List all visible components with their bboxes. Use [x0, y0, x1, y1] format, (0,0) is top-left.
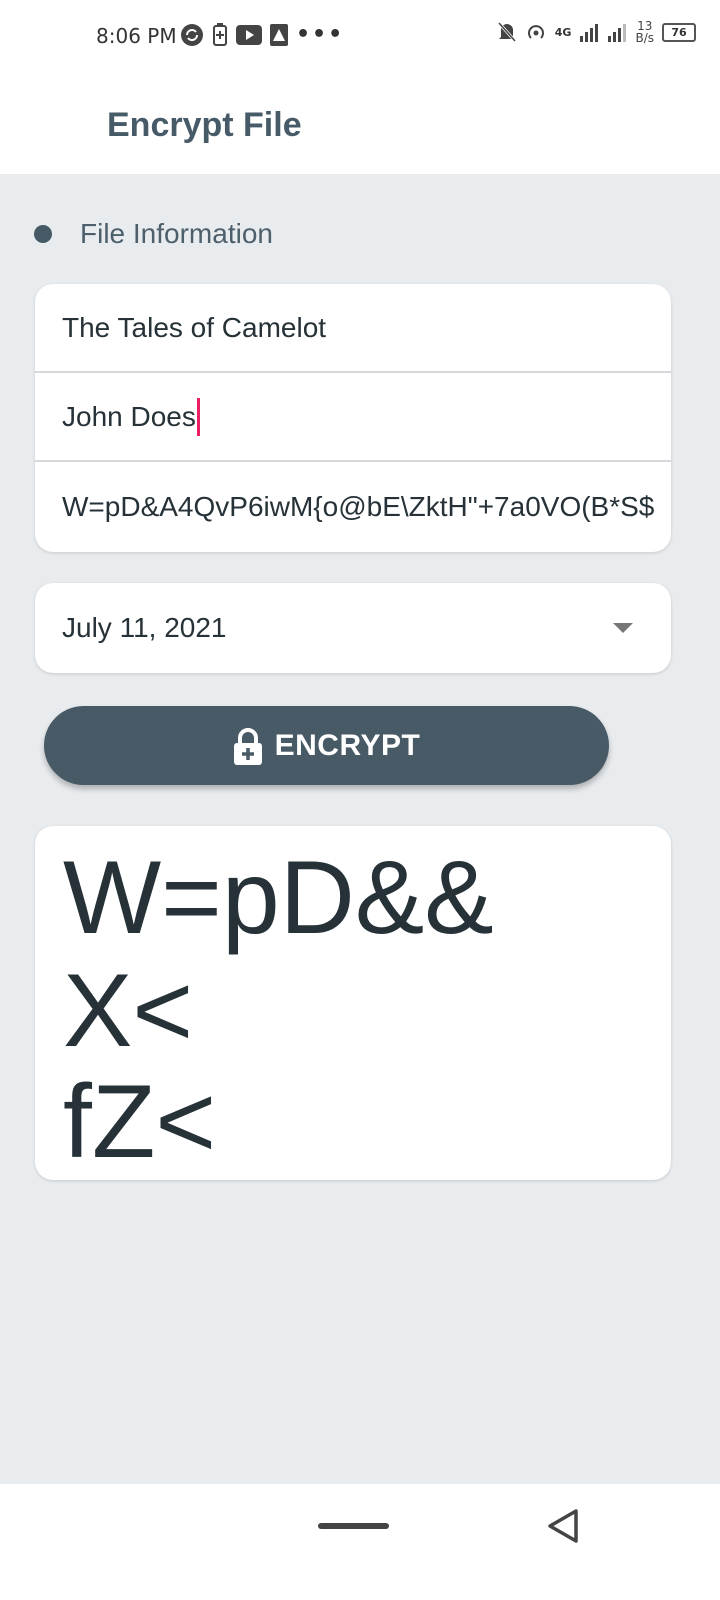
status-time: 8:06 PM [96, 24, 177, 48]
battery-saver-icon [213, 22, 227, 46]
home-button[interactable] [318, 1523, 389, 1529]
network-speed: 13 B/s [635, 20, 654, 44]
text-cursor [196, 397, 200, 436]
author-field-value: John Does [62, 400, 196, 432]
page-title: Encrypt File [107, 106, 302, 144]
status-system-icons: 4G 13 B/s 76 [497, 20, 696, 44]
key-field[interactable]: W=pD&A4QvP6iwM{o@bE\ZktH"+7a0VO(B*S$ [35, 462, 671, 552]
more-notifications-icon: ••• [296, 22, 345, 47]
status-notification-icons: ••• [180, 22, 344, 47]
date-dropdown[interactable]: July 11, 2021 [35, 583, 671, 673]
alert-icon [270, 23, 288, 46]
encrypt-button-label: ENCRYPT [274, 728, 421, 762]
network-speed-unit: B/s [635, 31, 654, 45]
file-info-card: The Tales of Camelot John Does W=pD&A4Qv… [35, 284, 671, 552]
output-line-3: fZ< [63, 1064, 217, 1180]
signal-weak-icon [608, 24, 627, 42]
title-field-value: The Tales of Camelot [62, 311, 327, 343]
section-bullet-icon [34, 225, 52, 243]
hotspot-icon [527, 25, 544, 39]
system-nav-bar [0, 1484, 720, 1600]
section-label: File Information [80, 218, 273, 249]
battery-icon: 76 [662, 22, 696, 42]
author-field[interactable]: John Does [35, 373, 671, 462]
network-type-label: 4G [554, 25, 572, 39]
section-header: File Information [34, 218, 273, 250]
output-line-1: W=pD&& [63, 840, 494, 956]
output-line-2: X< [63, 953, 194, 1069]
lock-icon [233, 727, 262, 765]
sync-icon [181, 23, 203, 46]
back-icon[interactable] [546, 1508, 580, 1544]
key-field-value: W=pD&A4QvP6iwM{o@bE\ZktH"+7a0VO(B*S$ [62, 491, 655, 522]
status-bar: 8:06 PM ••• 4G 13 B/s 76 [0, 0, 720, 70]
encrypted-output-card: W=pD&& X< fZ< [35, 826, 671, 1180]
title-field[interactable]: The Tales of Camelot [35, 284, 671, 373]
mute-icon [497, 22, 516, 42]
app-bar: Encrypt File [0, 70, 720, 174]
date-value: July 11, 2021 [62, 612, 227, 643]
signal-icon [580, 24, 599, 42]
youtube-icon [236, 24, 262, 45]
chevron-down-icon [613, 623, 633, 633]
encrypt-button[interactable]: ENCRYPT [44, 706, 609, 785]
